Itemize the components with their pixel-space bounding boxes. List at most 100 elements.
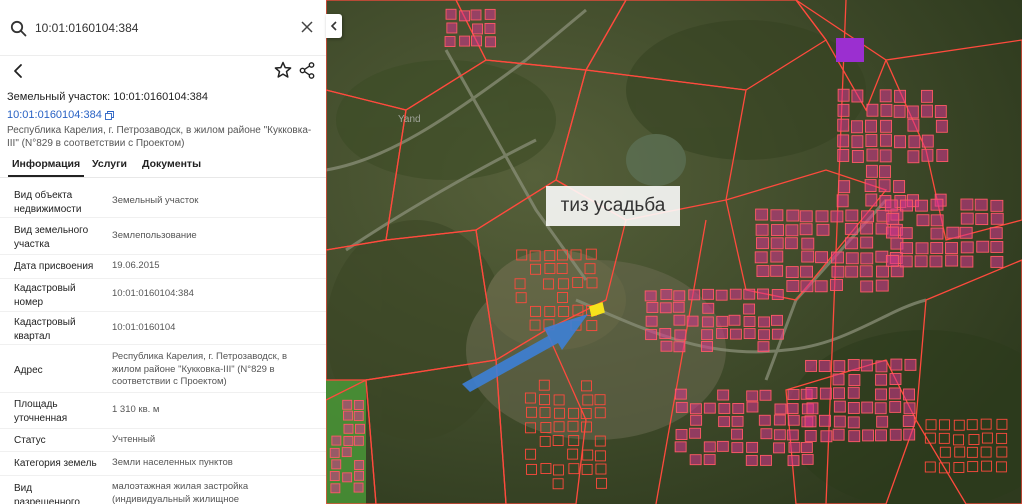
land-plot	[471, 35, 482, 47]
land-plot	[848, 374, 861, 386]
land-plot	[848, 430, 861, 443]
page-title: Земельный участок: 10:01:0160104:384	[7, 91, 209, 103]
land-plot	[757, 288, 769, 300]
land-plot	[353, 410, 364, 421]
map-canvas[interactable]: Yand	[326, 0, 1022, 504]
land-plot	[689, 403, 702, 415]
land-plot	[674, 441, 687, 453]
land-plot	[746, 390, 759, 402]
clear-icon[interactable]	[300, 20, 314, 34]
land-plot	[331, 459, 342, 470]
land-plot	[945, 242, 958, 255]
land-plot	[974, 198, 988, 211]
land-plot	[930, 227, 944, 240]
land-plot	[921, 89, 933, 103]
info-row: Кадастровый квартал 10:01:0160104	[0, 312, 326, 345]
copy-icon[interactable]	[104, 110, 114, 120]
land-plot	[330, 483, 341, 494]
land-plot	[470, 9, 482, 21]
land-plot	[830, 210, 844, 223]
land-plot	[756, 265, 770, 278]
land-plot	[786, 403, 799, 415]
collapse-chevron-icon	[330, 21, 337, 31]
land-plot	[446, 22, 458, 34]
share-icon[interactable]	[299, 62, 315, 79]
land-plot	[833, 400, 846, 413]
land-plot	[773, 429, 786, 441]
land-plot	[833, 415, 846, 428]
land-plot	[459, 10, 471, 22]
land-plot	[893, 180, 906, 194]
land-plot	[353, 399, 364, 410]
land-plot	[903, 402, 916, 415]
search-bar[interactable]: 10:01:0160104:384	[0, 0, 326, 56]
land-plot	[875, 360, 888, 373]
land-plot	[785, 224, 799, 237]
land-plot	[675, 401, 688, 413]
land-plot	[771, 314, 783, 326]
back-arrow-icon[interactable]	[10, 63, 26, 79]
land-plot	[342, 399, 353, 410]
land-plot	[899, 227, 913, 240]
land-plot	[703, 402, 716, 414]
tab-services[interactable]: Услуги	[92, 158, 127, 170]
address-summary-line: Республика Карелия, г. Петрозаводск, в ж…	[7, 125, 312, 136]
info-row: Вид объекта недвижимости Земельный участо…	[0, 180, 326, 218]
land-plot	[755, 223, 769, 236]
land-plot	[831, 265, 845, 278]
land-plot	[729, 328, 742, 340]
land-plot	[799, 223, 813, 236]
land-plot	[444, 36, 456, 47]
cadastral-number-text[interactable]: 10:01:0160104:384	[7, 109, 102, 121]
land-plot	[770, 250, 784, 263]
land-plot	[815, 251, 829, 264]
land-plot	[880, 133, 892, 147]
tab-information[interactable]: Информация	[7, 158, 85, 177]
land-plot	[718, 402, 731, 414]
land-plot	[859, 265, 873, 278]
land-plot	[354, 460, 365, 470]
land-plot	[805, 359, 818, 372]
land-plot	[353, 435, 364, 446]
land-plot	[659, 328, 672, 339]
land-plot	[831, 251, 844, 264]
land-plot	[787, 414, 800, 426]
land-plot	[865, 193, 878, 207]
land-plot	[703, 441, 716, 453]
land-plot	[716, 327, 728, 339]
land-plot	[836, 194, 849, 208]
land-plot	[820, 430, 833, 443]
land-plot	[894, 135, 906, 149]
land-plot	[342, 472, 353, 483]
star-icon[interactable]	[274, 61, 292, 79]
land-plot	[903, 428, 916, 441]
land-plot	[703, 454, 716, 466]
info-key: Кадастровый номер	[14, 283, 76, 308]
land-plot	[686, 315, 699, 327]
info-key: Адрес	[14, 365, 43, 376]
land-plot	[886, 212, 900, 225]
land-plot	[819, 387, 832, 400]
land-plot	[645, 315, 658, 327]
land-plot	[976, 240, 990, 253]
land-plot	[459, 35, 471, 47]
land-plot	[837, 148, 850, 162]
tab-documents[interactable]: Документы	[142, 158, 201, 170]
land-plot	[890, 265, 904, 278]
info-value: 19.06.2015	[112, 260, 160, 271]
land-plot	[904, 358, 917, 371]
land-plot	[866, 148, 879, 162]
collapse-panel-button[interactable]	[326, 14, 342, 38]
land-plot	[788, 441, 801, 453]
search-input[interactable]: 10:01:0160104:384	[35, 21, 138, 35]
satellite-map[interactable]: Yand	[326, 0, 1022, 504]
land-plot	[675, 429, 688, 440]
land-plot	[756, 237, 769, 250]
land-plot	[673, 341, 686, 353]
land-plot	[353, 482, 364, 493]
land-plot	[902, 415, 915, 427]
land-plot	[731, 442, 744, 454]
cadastral-number-link[interactable]: 10:01:0160104:384	[7, 109, 114, 121]
land-plot	[800, 442, 813, 453]
land-plot	[875, 388, 887, 401]
